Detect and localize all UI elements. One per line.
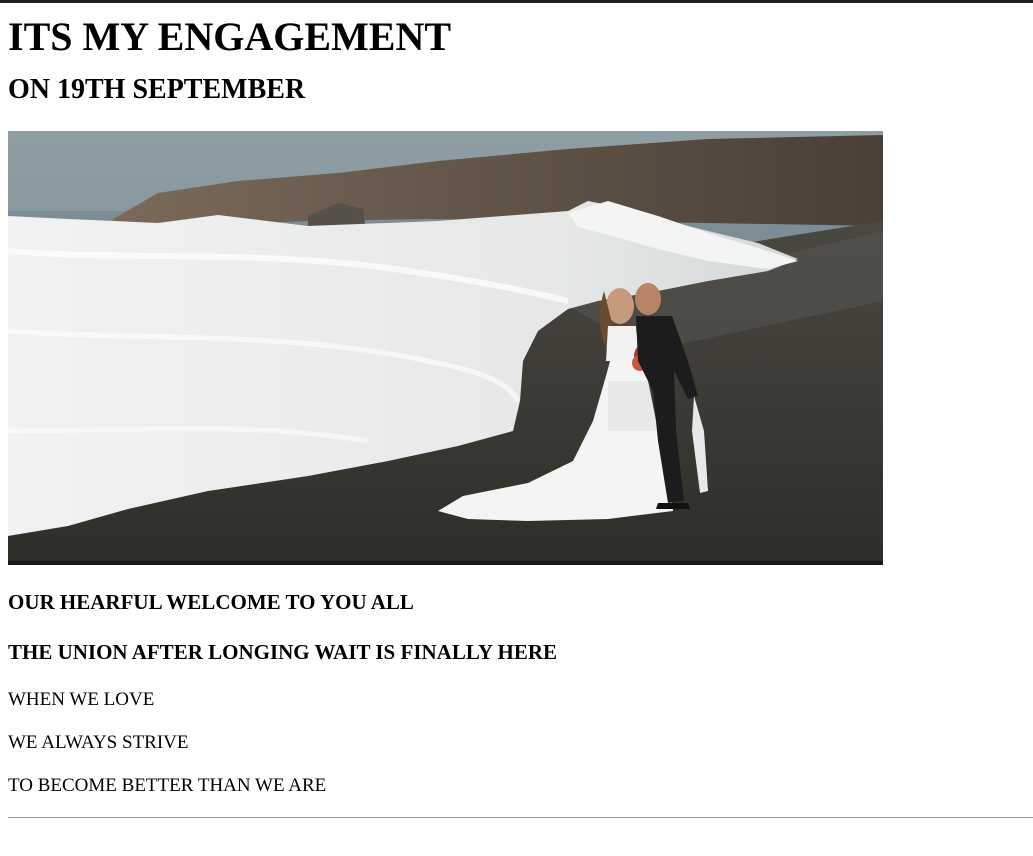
poem-line-3: TO BECOME BETTER THAN WE ARE (8, 775, 327, 796)
page: ITS MY ENGAGEMENT ON 19TH SEPTEMBER OUR … (0, 3, 1033, 818)
welcome-heading: OUR HEARFUL WELCOME TO YOU ALL (8, 590, 414, 614)
poem-line-1: WHEN WE LOVE (8, 689, 155, 710)
page-subtitle: ON 19TH SEPTEMBER (8, 74, 306, 105)
divider (8, 817, 1033, 818)
wedding-couple-beach-image (8, 131, 883, 565)
poem-line-2: WE ALWAYS STRIVE (8, 732, 189, 753)
page-title: ITS MY ENGAGEMENT (8, 14, 452, 59)
union-heading: THE UNION AFTER LONGING WAIT IS FINALLY … (8, 640, 558, 664)
